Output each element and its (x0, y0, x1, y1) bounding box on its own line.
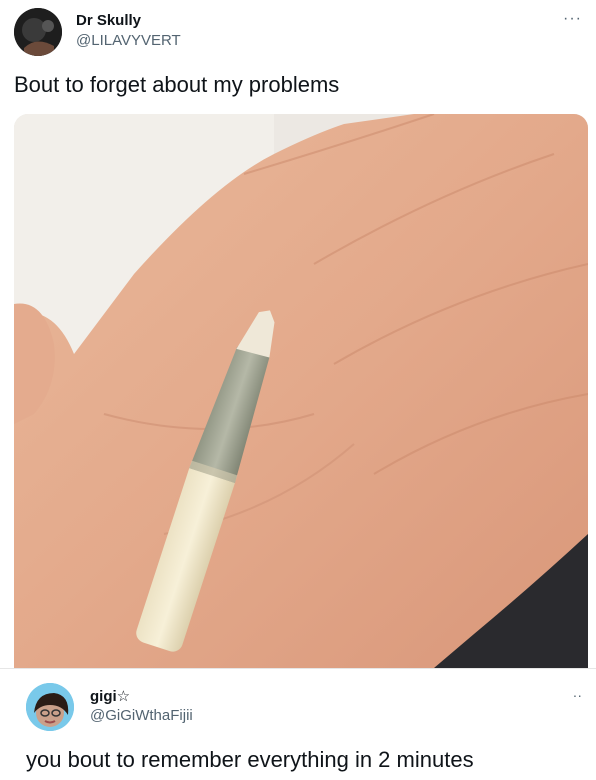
reply-author-handle[interactable]: @GiGiWthaFijii (90, 707, 193, 724)
user-avatar-icon (14, 8, 62, 56)
author-name[interactable]: Dr Skully (76, 12, 141, 29)
reply-more-options-icon[interactable]: ·· (573, 687, 582, 703)
user-avatar-photo-icon (26, 683, 74, 731)
reply-author-avatar[interactable] (26, 683, 74, 731)
more-options-icon[interactable]: ··· (563, 10, 582, 28)
tweet-text: Bout to forget about my problems (14, 72, 340, 97)
reply-text: you bout to remember everything in 2 min… (26, 747, 474, 772)
hand-holding-joint-photo-icon (14, 114, 588, 668)
author-avatar[interactable] (14, 8, 62, 56)
reply-card[interactable]: gigi☆ @GiGiWthaFijii ·· you bout to reme… (0, 668, 596, 780)
tweet-photo[interactable] (14, 114, 588, 668)
tweet-card[interactable]: Dr Skully @LILAVYVERT ··· Bout to forget… (0, 0, 596, 668)
author-handle[interactable]: @LILAVYVERT (76, 32, 181, 49)
reply-author-name[interactable]: gigi☆ (90, 687, 130, 705)
